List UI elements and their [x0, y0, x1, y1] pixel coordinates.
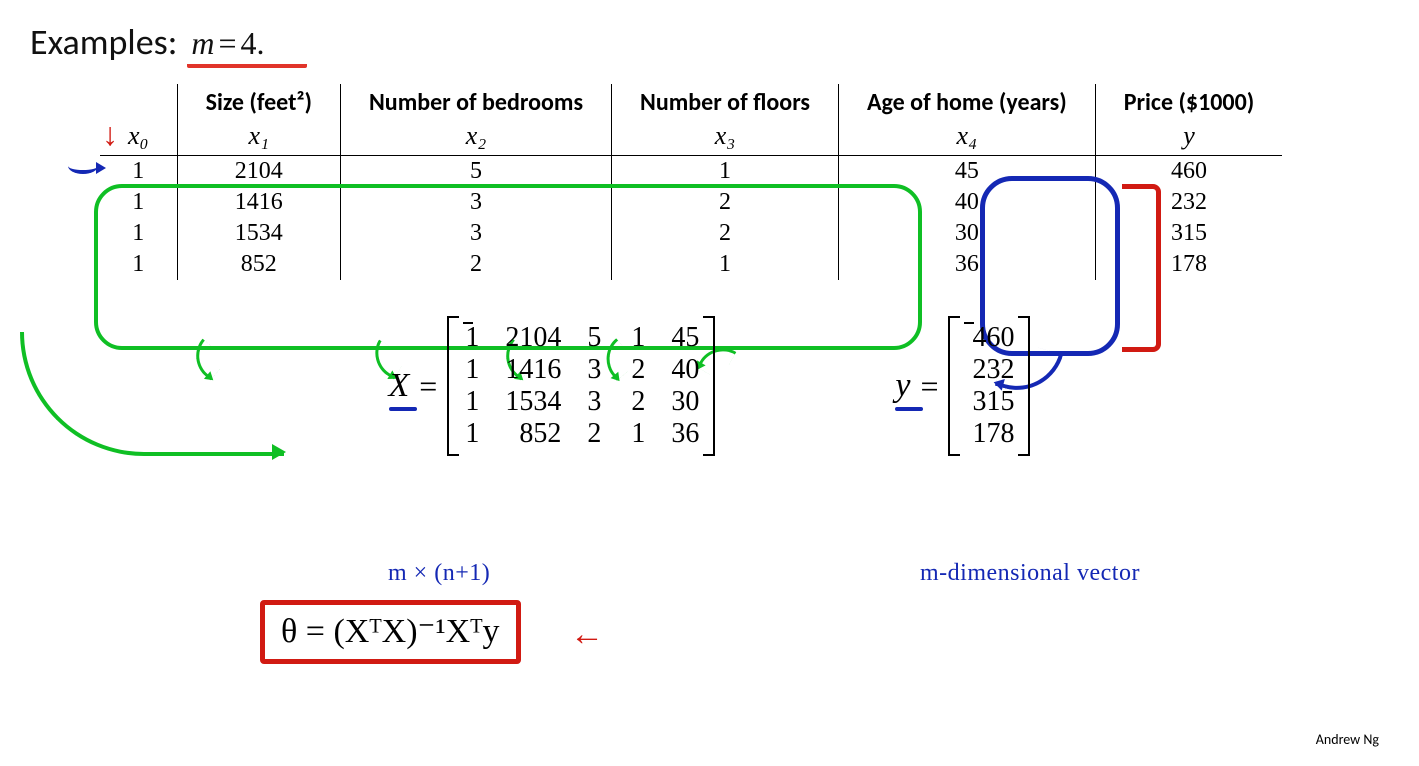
cell: 2104 [177, 156, 340, 188]
col-header: Number of bedrooms [341, 84, 612, 119]
cell: 1 [612, 156, 839, 188]
matrix-row: 114163240 [463, 354, 699, 386]
matrix-x-block: X = 121045145 114163240 115343230 185221… [389, 316, 716, 456]
matrix-x-label: X [389, 367, 410, 405]
matrix-x: 121045145 114163240 115343230 18522136 [447, 316, 715, 456]
col-header [100, 84, 177, 119]
matrix-row: 115343230 [463, 386, 699, 418]
vector-row: 232 [964, 354, 1014, 386]
col-header: Price ($1000) [1095, 84, 1282, 119]
author-credit: Andrew Ng [1316, 731, 1379, 748]
cell: 852 [177, 249, 340, 280]
vector-y-label: y [895, 367, 910, 405]
m-equation: m=4. [191, 25, 264, 62]
vector-y: 460 232 315 178 [948, 316, 1030, 456]
cell: 1 [612, 249, 839, 280]
cell: 460 [1095, 156, 1282, 188]
matrix-row: 121045145 [463, 322, 699, 354]
cell: 1 [100, 187, 177, 218]
cell: 2 [612, 187, 839, 218]
var-name: x₃ [612, 119, 839, 156]
vector-row: 315 [964, 386, 1014, 418]
red-underline [187, 58, 307, 68]
cell: 1416 [177, 187, 340, 218]
cell: 3 [341, 187, 612, 218]
col-header: Number of floors [612, 84, 839, 119]
cell: 5 [341, 156, 612, 188]
page-title: Examples: [30, 20, 177, 64]
cell: 2 [341, 249, 612, 280]
cell: 1534 [177, 218, 340, 249]
vector-row: 178 [964, 418, 1014, 450]
blue-underline [389, 407, 417, 411]
cell: 1 [100, 249, 177, 280]
red-bracket-annotation [1122, 184, 1161, 352]
equals-sign: = [419, 368, 437, 405]
var-name: x₁ [177, 119, 340, 156]
normal-equation-formula: θ = (XᵀX)⁻¹Xᵀy [281, 611, 500, 651]
annotation-mxn: m × (n+1) [388, 560, 490, 587]
normal-equation-box: θ = (XᵀX)⁻¹Xᵀy [260, 600, 521, 664]
annotation-m-dimensional: m-dimensional vector [920, 560, 1140, 587]
vector-y-block: y = 460 232 315 178 [895, 316, 1030, 456]
blue-underline [895, 407, 923, 411]
cell: 2 [612, 218, 839, 249]
variable-names-row: x₀ x₁ x₂ x₃ x₄ y [100, 119, 1282, 156]
vector-row: 460 [964, 322, 1014, 354]
data-table-wrap: ↓ Size (feet²) Number of bedrooms Number… [100, 84, 1389, 280]
curve-arrow-icon [68, 152, 104, 172]
col-header: Size (feet²) [177, 84, 340, 119]
matrix-row: 18522136 [463, 418, 699, 450]
cell: 3 [341, 218, 612, 249]
down-arrow-icon: ↓ [102, 116, 118, 153]
var-name: x₄ [839, 119, 1096, 156]
title-row: Examples: m=4. [30, 20, 1389, 64]
equals-sign: = [920, 368, 938, 405]
left-arrow-icon: ← [570, 616, 604, 654]
table-header-row: Size (feet²) Number of bedrooms Number o… [100, 84, 1282, 119]
col-header: Age of home (years) [839, 84, 1096, 119]
var-name: x₂ [341, 119, 612, 156]
cell: 1 [100, 218, 177, 249]
var-name: y [1095, 119, 1282, 156]
cell: 1 [100, 156, 177, 188]
